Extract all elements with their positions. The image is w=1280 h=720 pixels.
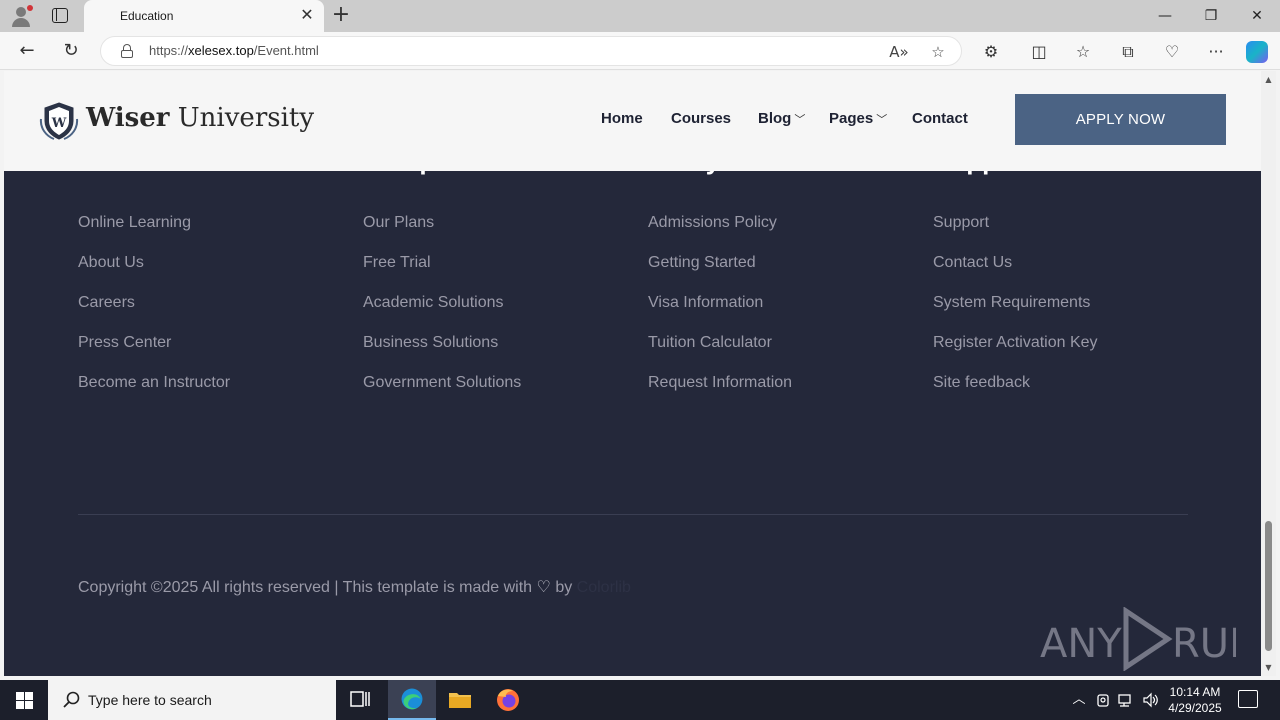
taskbar-search[interactable]: Type here to search (48, 680, 336, 720)
university-crest-icon[interactable]: W (38, 101, 80, 141)
footer-link[interactable]: Support (933, 211, 1098, 251)
footer-link[interactable]: Our Plans (363, 211, 521, 251)
start-button[interactable] (0, 680, 48, 720)
nav-home[interactable]: Home (601, 110, 643, 127)
scrollbar-thumb[interactable] (1265, 521, 1272, 651)
browser-tab-bar: Education ✕ + — ❐ ✕ (0, 0, 1280, 32)
extensions-icon[interactable]: ⚙ (980, 41, 1002, 63)
footer-link[interactable]: Business Solutions (363, 331, 521, 371)
footer-link[interactable]: Site feedback (933, 371, 1098, 411)
footer-link[interactable]: Press Center (78, 331, 230, 371)
clock-date: 4/29/2025 (1168, 701, 1222, 715)
favorites-icon[interactable]: ☆ (1072, 41, 1094, 63)
site-logo[interactable]: Wiser University (86, 103, 314, 133)
tab-actions-icon[interactable] (52, 8, 68, 23)
task-view-icon[interactable] (336, 680, 384, 720)
svg-text:RUN: RUN (1172, 621, 1236, 667)
page-scrollbar[interactable]: ▲ ▼ (1261, 71, 1276, 676)
footer-link[interactable]: System Requirements (933, 291, 1098, 331)
lock-icon[interactable] (121, 44, 133, 58)
notification-center-icon[interactable] (1238, 690, 1258, 708)
taskbar-clock[interactable]: 10:14 AM 4/29/2025 (1166, 684, 1224, 716)
profile-icon[interactable] (8, 4, 34, 28)
footer-link[interactable]: Careers (78, 291, 230, 331)
browser-toolbar: ← ↻ https://xelesex.top/Event.html A» ☆ … (0, 32, 1280, 70)
anyrun-watermark: ANY RUN (1040, 607, 1236, 671)
firefox-icon[interactable] (484, 680, 532, 720)
footer-link[interactable]: Getting Started (648, 251, 792, 291)
search-icon (63, 691, 80, 708)
clock-time: 10:14 AM (1169, 685, 1221, 699)
collections-icon[interactable]: ⧉ (1117, 41, 1139, 63)
footer-link[interactable]: Online Learning (78, 211, 230, 251)
tray-chevron-icon[interactable]: ︿ (1070, 691, 1088, 709)
footer-column-study: Admissions Policy Getting Started Visa I… (648, 211, 792, 411)
footer-link[interactable]: Request Information (648, 371, 792, 411)
address-bar[interactable]: https://xelesex.top/Event.html A» ☆ (100, 36, 962, 66)
read-aloud-icon[interactable]: A» (889, 42, 909, 62)
footer-link[interactable]: Admissions Policy (648, 211, 792, 251)
tab-title: Education (120, 9, 174, 23)
footer-link[interactable]: Register Activation Key (933, 331, 1098, 371)
windows-taskbar: Type here to search ︿ 10:14 AM 4/29/2025 (0, 680, 1280, 720)
minimize-button[interactable]: — (1142, 0, 1188, 32)
footer-link[interactable]: About Us (78, 251, 230, 291)
file-explorer-icon[interactable] (436, 680, 484, 720)
scroll-down-arrow-icon[interactable]: ▼ (1264, 663, 1273, 672)
close-tab-icon[interactable]: ✕ (298, 6, 316, 24)
heart-icon: ♡ (536, 579, 551, 596)
reload-button[interactable]: ↻ (58, 39, 84, 63)
url-text[interactable]: https://xelesex.top/Event.html (149, 43, 319, 58)
footer-column-about: Online Learning About Us Careers Press C… (78, 211, 230, 411)
chevron-down-icon: ﹀ (794, 114, 806, 126)
tab-education[interactable]: Education ✕ (84, 0, 324, 32)
nav-blog[interactable]: Blog ﹀ (758, 110, 805, 127)
footer-divider (78, 514, 1188, 515)
footer-link[interactable]: Visa Information (648, 291, 792, 331)
colorlib-link[interactable]: Colorlib (577, 579, 631, 596)
meet-now-icon[interactable] (1095, 691, 1113, 709)
edge-taskbar-icon[interactable] (388, 680, 436, 720)
more-menu-icon[interactable]: ··· (1205, 41, 1227, 63)
svg-text:W: W (51, 116, 67, 131)
browser-essentials-icon[interactable]: ♡ (1161, 41, 1183, 63)
site-header: W Wiser University Home Courses Blog ﹀ Pa… (4, 71, 1261, 171)
apply-now-button[interactable]: APPLY NOW (1015, 94, 1226, 145)
nav-contact[interactable]: Contact (912, 110, 968, 127)
back-button[interactable]: ← (14, 39, 40, 63)
favorite-star-icon[interactable]: ☆ (928, 42, 948, 62)
nav-pages[interactable]: Pages ﹀ (829, 110, 887, 127)
footer-column-campus: Our Plans Free Trial Academic Solutions … (363, 211, 521, 411)
footer-link[interactable]: Contact Us (933, 251, 1098, 291)
footer-link[interactable]: Government Solutions (363, 371, 521, 411)
search-placeholder: Type here to search (88, 692, 212, 708)
volume-icon[interactable] (1141, 691, 1159, 709)
svg-text:ANY: ANY (1040, 621, 1122, 667)
footer-link[interactable]: Tuition Calculator (648, 331, 792, 371)
nav-courses[interactable]: Courses (671, 110, 731, 127)
footer-link[interactable]: Become an Instructor (78, 371, 230, 411)
copyright-text: Copyright ©2025 All rights reserved | Th… (78, 579, 631, 596)
footer-column-support: Support Contact Us System Requirements R… (933, 211, 1098, 411)
split-screen-icon[interactable]: ◫ (1028, 41, 1050, 63)
new-tab-button[interactable]: + (330, 4, 352, 26)
footer-link[interactable]: Free Trial (363, 251, 521, 291)
chevron-down-icon: ﹀ (876, 114, 888, 126)
page-viewport: About Us Campus Study Support Online Lea… (4, 71, 1261, 676)
scroll-up-arrow-icon[interactable]: ▲ (1264, 75, 1273, 84)
network-icon[interactable] (1117, 691, 1135, 709)
copilot-icon[interactable] (1246, 41, 1268, 63)
restore-button[interactable]: ❐ (1188, 0, 1234, 32)
close-window-button[interactable]: ✕ (1234, 0, 1280, 32)
footer-link[interactable]: Academic Solutions (363, 291, 521, 331)
